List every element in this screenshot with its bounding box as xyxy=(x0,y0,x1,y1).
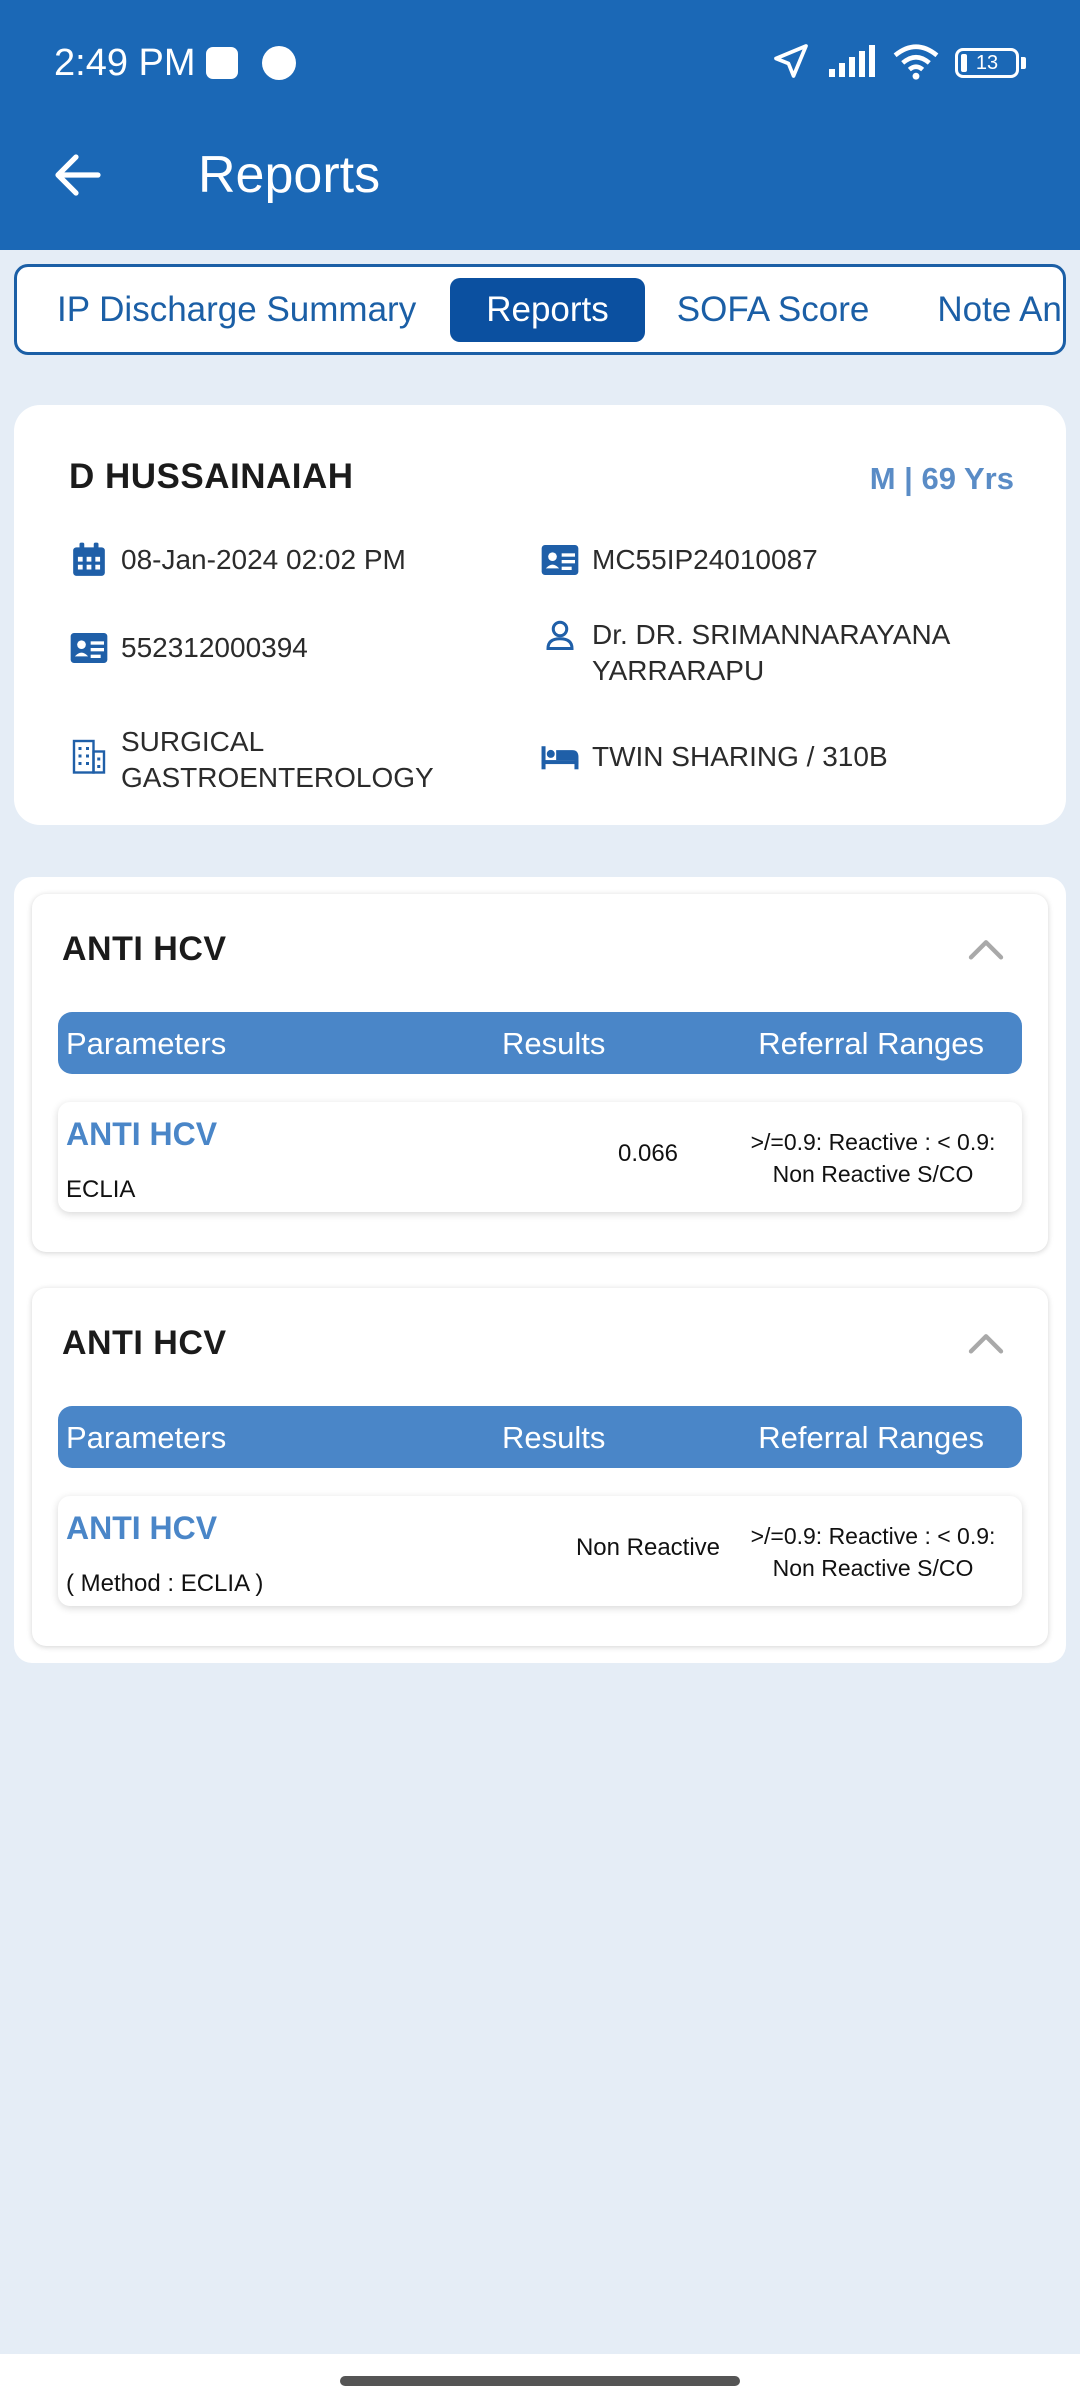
page-title: Reports xyxy=(198,146,381,204)
signal-icon xyxy=(827,43,877,84)
parameter-name: ANTI HCV xyxy=(66,1510,218,1546)
notification-dot-icon xyxy=(261,46,296,80)
bed-info: TWIN SHARING / 310B xyxy=(592,741,888,772)
notification-square-icon xyxy=(205,47,238,79)
doctor-field: Dr. DR. SRIMANNARAYANA YARRARAPU xyxy=(540,615,1020,689)
header-parameters: Parameters xyxy=(66,1420,227,1455)
tab-sofa-score[interactable]: SOFA Score xyxy=(655,278,892,342)
patient-gender-age: M | 69 Yrs xyxy=(869,461,1014,496)
chevron-up-icon[interactable] xyxy=(966,1328,1006,1358)
header-results: Results xyxy=(502,1026,606,1061)
parameter-name: ANTI HCV xyxy=(66,1116,218,1152)
patient-name: D HUSSAINAIAH xyxy=(69,457,354,496)
home-indicator[interactable] xyxy=(340,2376,740,2386)
ip-number-field: MC55IP24010087 xyxy=(540,540,818,580)
status-time: 2:49 PM xyxy=(54,41,196,84)
calendar-icon xyxy=(69,540,109,580)
patient-id-field: 552312000394 xyxy=(69,628,308,668)
result-value: Non Reactive xyxy=(575,1534,721,1561)
person-icon xyxy=(540,615,580,655)
ip-number: MC55IP24010087 xyxy=(592,544,818,575)
status-bar: 2:49 PM 13 xyxy=(54,38,1026,88)
department-field: SURGICAL GASTROENTEROLOGY xyxy=(69,722,489,796)
tab-note-and[interactable]: Note And xyxy=(915,278,1063,342)
bed-icon xyxy=(540,737,580,777)
header-parameters: Parameters xyxy=(66,1026,227,1061)
building-icon xyxy=(69,736,109,776)
parameter-method: ( Method : ECLIA ) xyxy=(66,1570,264,1597)
table-row: ANTI HCV ( Method : ECLIA ) Non Reactive… xyxy=(58,1496,1022,1606)
tab-ip-discharge-summary[interactable]: IP Discharge Summary xyxy=(35,278,438,342)
report-card: ANTI HCV Parameters Results Referral Ran… xyxy=(32,1288,1048,1646)
patient-info-card: D HUSSAINAIAH M | 69 Yrs 08-Jan-2024 02:… xyxy=(14,405,1066,825)
tab-bar: IP Discharge Summary Reports SOFA Score … xyxy=(14,264,1066,355)
bed-field: TWIN SHARING / 310B xyxy=(540,737,888,777)
tab-reports[interactable]: Reports xyxy=(450,277,645,342)
chevron-up-icon[interactable] xyxy=(966,934,1006,964)
referral-range: >/=0.9: Reactive : < 0.9: Non Reactive S… xyxy=(750,1129,996,1187)
back-button[interactable] xyxy=(38,135,118,215)
toolbar: Reports xyxy=(0,130,1080,220)
admission-datetime: 08-Jan-2024 02:02 PM xyxy=(121,544,406,575)
header-referral-ranges: Referral Ranges xyxy=(758,1420,984,1455)
patient-id: 552312000394 xyxy=(121,632,308,663)
result-value: 0.066 xyxy=(617,1140,679,1167)
department: SURGICAL GASTROENTEROLOGY xyxy=(121,726,434,793)
doctor-name: Dr. DR. SRIMANNARAYANA YARRARAPU xyxy=(592,619,949,686)
parameter-method: ECLIA xyxy=(66,1176,136,1203)
table-header: Parameters Results Referral Ranges xyxy=(58,1406,1022,1468)
header-results: Results xyxy=(502,1420,606,1455)
table-row: ANTI HCV ECLIA 0.066 >/=0.9: Reactive : … xyxy=(58,1102,1022,1212)
report-title: ANTI HCV xyxy=(62,930,227,968)
referral-range: >/=0.9: Reactive : < 0.9: Non Reactive S… xyxy=(750,1523,996,1581)
wifi-icon xyxy=(893,42,939,85)
id-card-icon xyxy=(69,628,109,668)
header-referral-ranges: Referral Ranges xyxy=(758,1026,984,1061)
reports-list: ANTI HCV Parameters Results Referral Ran… xyxy=(14,877,1066,1663)
admission-date-field: 08-Jan-2024 02:02 PM xyxy=(69,540,406,580)
report-title: ANTI HCV xyxy=(62,1324,227,1362)
back-arrow-icon xyxy=(55,154,101,196)
location-arrow-icon xyxy=(771,41,811,86)
report-card: ANTI HCV Parameters Results Referral Ran… xyxy=(32,894,1048,1252)
id-card-icon xyxy=(540,540,580,580)
battery-level: 13 xyxy=(975,51,999,74)
battery-icon: 13 xyxy=(955,48,1026,78)
app-bar: 2:49 PM 13 Reports xyxy=(0,0,1080,250)
table-header: Parameters Results Referral Ranges xyxy=(58,1012,1022,1074)
